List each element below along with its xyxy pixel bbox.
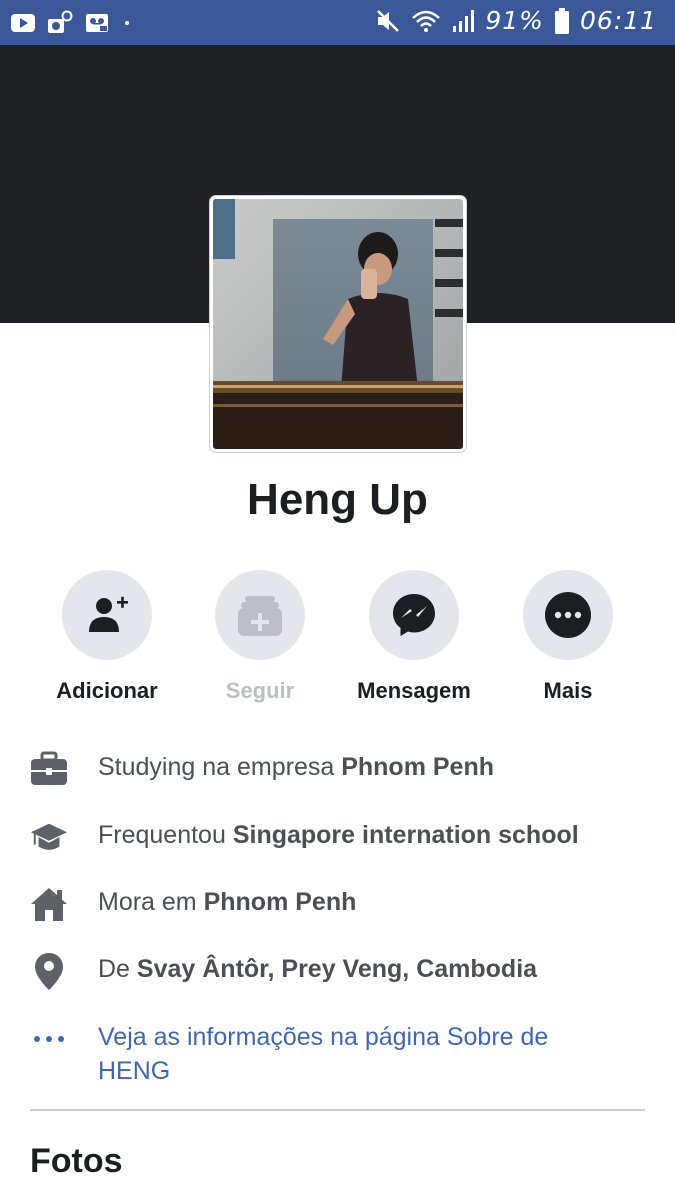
voicemail-icon	[86, 14, 108, 32]
profile-photo-image	[213, 199, 463, 449]
hometown-prefix: De	[98, 955, 137, 983]
more-dots-icon	[34, 1036, 64, 1042]
about-link[interactable]: Veja as informações na página Sobre de H…	[98, 1020, 598, 1088]
lives-value[interactable]: Phnom Penh	[204, 888, 357, 916]
lives-prefix: Mora em	[98, 888, 204, 916]
add-friend-icon	[89, 596, 128, 632]
add-friend-label: Adicionar	[56, 678, 158, 703]
work-info: Studying na empresa Phnom Penh	[30, 750, 650, 788]
work-prefix: Studying na empresa	[98, 753, 342, 781]
follow-label: Seguir	[225, 678, 295, 703]
work-value[interactable]: Phnom Penh	[341, 753, 494, 781]
add-friend-button[interactable]: Adicionar	[32, 570, 182, 704]
notification-icons	[10, 9, 132, 37]
dot-icon	[125, 21, 129, 25]
youtube-icon	[11, 14, 35, 32]
follow-circle[interactable]	[215, 570, 305, 660]
lives-info: Mora em Phnom Penh	[30, 885, 650, 923]
system-icons: 91% 06:11	[375, 6, 657, 35]
location-pin-icon	[35, 953, 63, 990]
briefcase-icon	[31, 751, 67, 785]
mute-icon	[377, 9, 400, 32]
education-value[interactable]: Singapore internation school	[233, 821, 579, 849]
message-label: Mensagem	[357, 678, 471, 703]
battery-percent: 91%	[485, 6, 544, 35]
more-label: Mais	[543, 678, 593, 703]
about-link-row[interactable]: Veja as informações na página Sobre de H…	[30, 1020, 650, 1088]
battery-icon	[554, 7, 569, 34]
profile-name: Heng Up	[247, 475, 428, 524]
hometown-info: De Svay Ântôr, Prey Veng, Cambodia	[30, 952, 650, 990]
status-bar: 91% 06:11	[0, 0, 675, 45]
more-button[interactable]: Mais	[493, 570, 643, 704]
follow-icon	[238, 596, 282, 636]
education-info: Frequentou Singapore internation school	[30, 818, 650, 856]
wifi-icon	[412, 10, 441, 32]
photos-section-title: Fotos	[30, 1142, 123, 1180]
home-icon	[31, 888, 67, 921]
more-icon	[545, 592, 591, 638]
message-button[interactable]: Mensagem	[339, 570, 489, 704]
signal-icon	[453, 9, 475, 32]
profile-picture[interactable]	[210, 196, 466, 452]
messenger-icon	[393, 594, 435, 636]
follow-button[interactable]: Seguir	[185, 570, 335, 704]
add-friend-circle[interactable]	[62, 570, 152, 660]
clock: 06:11	[579, 6, 657, 35]
message-circle[interactable]	[369, 570, 459, 660]
more-circle[interactable]	[523, 570, 613, 660]
hometown-value[interactable]: Svay Ântôr, Prey Veng, Cambodia	[137, 955, 537, 983]
education-prefix: Frequentou	[98, 821, 233, 849]
graduation-cap-icon	[30, 823, 68, 850]
divider	[30, 1109, 645, 1111]
camera-icon	[48, 10, 73, 33]
